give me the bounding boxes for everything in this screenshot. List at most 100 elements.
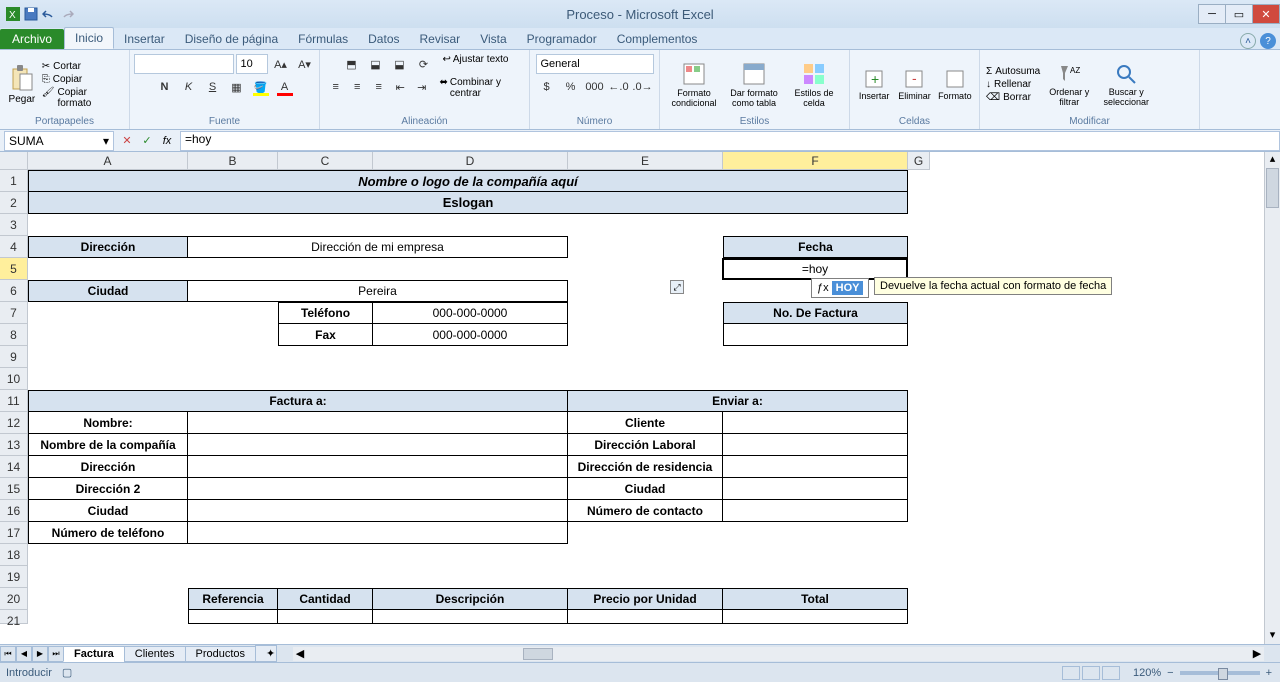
merge-center-button[interactable]: ⬌ Combinar y centrar (440, 77, 524, 99)
cell-r21-d[interactable] (373, 610, 568, 624)
cell-dirres-val[interactable] (723, 456, 908, 478)
cell-telefono-val[interactable]: 000-000-0000 (373, 302, 568, 324)
cell-precio[interactable]: Precio por Unidad (568, 588, 723, 610)
cell-contacto-val[interactable] (723, 500, 908, 522)
minimize-ribbon-icon[interactable]: ˄ (1240, 33, 1256, 49)
col-header-d[interactable]: D (373, 152, 568, 170)
row-header-15[interactable]: 15 (0, 478, 28, 500)
decrease-indent-icon[interactable]: ⇤ (391, 77, 411, 97)
row-header-11[interactable]: 11 (0, 390, 28, 412)
cell-nombre-val[interactable] (188, 412, 568, 434)
cell-dir2-val[interactable] (188, 478, 568, 500)
last-sheet-icon[interactable]: ⏭ (48, 646, 64, 662)
tab-inicio[interactable]: Inicio (64, 27, 114, 49)
enter-formula-icon[interactable]: ✓ (138, 132, 156, 150)
cell-compania-lbl[interactable]: Nombre de la compañía (28, 434, 188, 456)
cell-contacto-lbl[interactable]: Número de contacto (568, 500, 723, 522)
font-family-combo[interactable] (134, 54, 234, 74)
cell-cliente-lbl[interactable]: Cliente (568, 412, 723, 434)
tab-formulas[interactable]: Fórmulas (288, 29, 358, 49)
row-header-20[interactable]: 20 (0, 588, 28, 610)
cell-fax-val[interactable]: 000-000-0000 (373, 324, 568, 346)
cell-tel-lbl[interactable]: Número de teléfono (28, 522, 188, 544)
cell-direccion-val[interactable]: Dirección de mi empresa (188, 236, 568, 258)
fill-button[interactable]: ↓ Rellenar (986, 79, 1040, 90)
file-tab[interactable]: Archivo (0, 29, 64, 49)
cell-fecha-lbl[interactable]: Fecha (723, 236, 908, 258)
cell-slogan[interactable]: Eslogan (28, 192, 908, 214)
cell-fax-lbl[interactable]: Fax (278, 324, 373, 346)
autosum-button[interactable]: Σ Autosuma (986, 66, 1040, 77)
tab-insertar[interactable]: Insertar (114, 29, 175, 49)
cell-ciudad-val[interactable]: Pereira (188, 280, 568, 302)
insert-cells-button[interactable]: +Insertar (856, 61, 892, 109)
cancel-formula-icon[interactable]: ✕ (118, 132, 136, 150)
page-break-view-icon[interactable] (1102, 666, 1120, 680)
formula-input[interactable]: =hoy (180, 131, 1280, 151)
cell-dir-val[interactable] (188, 456, 568, 478)
comma-icon[interactable]: 000 (584, 77, 606, 97)
cell-tel-val[interactable] (188, 522, 568, 544)
row-header-1[interactable]: 1 (0, 170, 28, 192)
cell-telefono-lbl[interactable]: Teléfono (278, 302, 373, 324)
minimize-button[interactable]: ─ (1198, 4, 1226, 24)
sheet-tab-productos[interactable]: Productos (185, 646, 257, 662)
cell-styles-button[interactable]: Estilos de celda (786, 61, 842, 109)
cell-company-header[interactable]: Nombre o logo de la compañía aquí (28, 170, 908, 192)
fx-icon[interactable]: fx (158, 132, 176, 150)
cell-r21-f[interactable] (723, 610, 908, 624)
macro-record-icon[interactable]: ▢ (62, 666, 72, 679)
cell-dir2-lbl[interactable]: Dirección 2 (28, 478, 188, 500)
cell-ciudad3-val[interactable] (723, 478, 908, 500)
zoom-out-icon[interactable]: − (1167, 667, 1173, 679)
copy-button[interactable]: ⎘ Copiar (42, 74, 123, 85)
align-bottom-icon[interactable]: ⬓ (389, 54, 411, 74)
currency-icon[interactable]: $ (536, 77, 558, 97)
cell-desc[interactable]: Descripción (373, 588, 568, 610)
underline-button[interactable]: S (202, 77, 224, 97)
font-size-combo[interactable]: 10 (236, 54, 268, 74)
cell-dir-lbl[interactable]: Dirección (28, 456, 188, 478)
row-header-6[interactable]: 6 (0, 280, 28, 302)
cell-factura-lbl[interactable]: No. De Factura (723, 302, 908, 324)
function-tooltip[interactable]: ƒx HOY (811, 278, 869, 298)
clear-button[interactable]: ⌫ Borrar (986, 92, 1040, 103)
name-box[interactable]: SUMA▾ (4, 131, 114, 151)
conditional-format-button[interactable]: Formato condicional (666, 61, 722, 109)
row-header-18[interactable]: 18 (0, 544, 28, 566)
align-middle-icon[interactable]: ⬓ (365, 54, 387, 74)
vertical-scrollbar[interactable]: ▴ ▾ (1264, 152, 1280, 644)
orientation-icon[interactable]: ⟳ (413, 54, 435, 74)
cell-ciudad2-lbl[interactable]: Ciudad (28, 500, 188, 522)
decrease-decimal-icon[interactable]: .0→ (632, 77, 654, 97)
horizontal-scrollbar[interactable]: ◀ ▶ (293, 647, 1264, 661)
format-painter-button[interactable]: 🖌 Copiar formato (42, 87, 123, 109)
tab-revisar[interactable]: Revisar (410, 29, 471, 49)
tab-programador[interactable]: Programador (517, 29, 607, 49)
row-header-3[interactable]: 3 (0, 214, 28, 236)
border-button[interactable]: ▦ (226, 77, 248, 97)
cell-ciudad2-val[interactable] (188, 500, 568, 522)
save-icon[interactable] (24, 7, 38, 21)
cell-ciudad3-lbl[interactable]: Ciudad (568, 478, 723, 500)
increase-decimal-icon[interactable]: ←.0 (608, 77, 630, 97)
row-header-14[interactable]: 14 (0, 456, 28, 478)
zoom-slider[interactable] (1180, 671, 1260, 675)
cell-cant[interactable]: Cantidad (278, 588, 373, 610)
percent-icon[interactable]: % (560, 77, 582, 97)
cell-ref[interactable]: Referencia (188, 588, 278, 610)
first-sheet-icon[interactable]: ⏮ (0, 646, 16, 662)
cell-r21-c[interactable] (278, 610, 373, 624)
zoom-in-icon[interactable]: + (1266, 667, 1272, 679)
col-header-a[interactable]: A (28, 152, 188, 170)
maximize-button[interactable]: ▭ (1225, 4, 1253, 24)
row-header-5[interactable]: 5 (0, 258, 28, 280)
row-header-13[interactable]: 13 (0, 434, 28, 456)
redo-icon[interactable] (60, 7, 74, 21)
format-table-button[interactable]: Dar formato como tabla (726, 61, 782, 109)
col-header-f[interactable]: F (723, 152, 908, 170)
sheet-tab-clientes[interactable]: Clientes (124, 646, 186, 662)
cell-total[interactable]: Total (723, 588, 908, 610)
zoom-level[interactable]: 120% (1133, 667, 1161, 679)
cell-direccion-lbl[interactable]: Dirección (28, 236, 188, 258)
